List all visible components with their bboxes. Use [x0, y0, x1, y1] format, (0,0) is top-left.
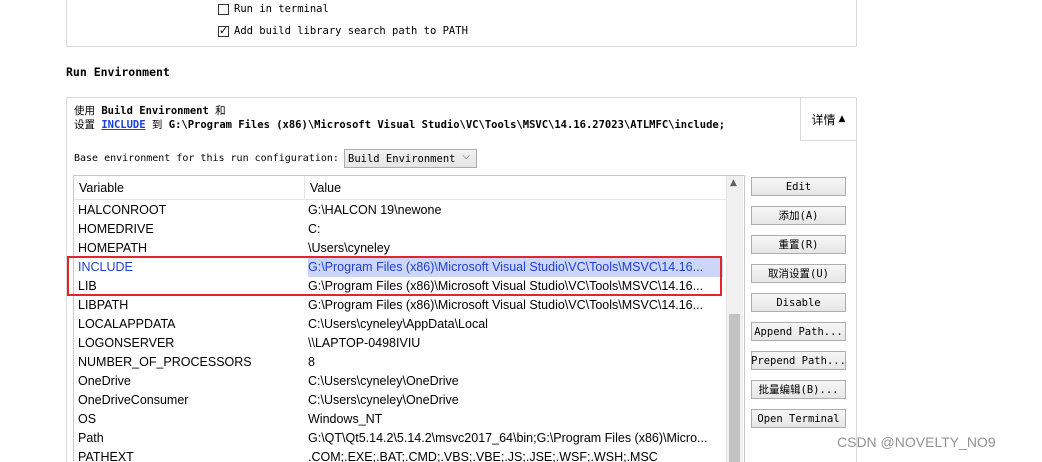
table-row[interactable]: INCLUDE G:\Program Files (x86)\Microsoft … — [74, 258, 726, 277]
variable-cell: OS — [78, 412, 97, 426]
variable-cell: NUMBER_OF_PROCESSORS — [78, 355, 252, 369]
reset-button[interactable]: 重置(R) — [751, 235, 846, 254]
variable-cell: PATHEXT — [78, 450, 134, 462]
table-row[interactable]: OneDriveConsumer C:\Users\cyneley\OneDriv… — [74, 391, 726, 410]
environment-summary: 使用 Build Environment 和 设置 INCLUDE 到 G:\P… — [74, 104, 725, 132]
value-cell: G:\HALCON 19\newone — [308, 203, 442, 217]
value-cell: G:\Program Files (x86)\Microsoft Visual … — [308, 279, 704, 293]
table-row[interactable]: OneDrive C:\Users\cyneley\OneDrive — [74, 372, 726, 391]
table-row[interactable]: LIBPATH G:\Program Files (x86)\Microsoft … — [74, 296, 726, 315]
summary-to-text: 到 — [151, 119, 163, 131]
disable-button[interactable]: Disable — [751, 293, 846, 312]
base-environment-label: Base environment for this run configurat… — [74, 153, 339, 164]
run-environment-title: Run Environment — [66, 65, 170, 79]
variable-cell: LIB — [78, 279, 97, 293]
variable-cell: OneDrive — [78, 374, 131, 388]
table-row[interactable]: OS Windows_NT — [74, 410, 726, 429]
variable-cell: LOCALAPPDATA — [78, 317, 176, 331]
table-row[interactable]: LIB G:\Program Files (x86)\Microsoft Visu… — [74, 277, 726, 296]
value-cell: G:\QT\Qt5.14.2\5.14.2\msvc2017_64\bin;G:… — [308, 431, 708, 445]
value-cell: Windows_NT — [308, 412, 383, 426]
value-cell: G:\Program Files (x86)\Microsoft Visual … — [308, 298, 704, 312]
variable-cell: OneDriveConsumer — [78, 393, 189, 407]
table-row[interactable]: PATHEXT .COM;.EXE;.BAT;.CMD;.VBS;.VBE;.JS… — [74, 448, 726, 462]
base-environment-select[interactable]: Build Environment ⌵ — [344, 149, 477, 168]
column-header-variable[interactable]: Variable — [74, 176, 305, 199]
add-library-path-checkbox[interactable]: ✓ — [218, 23, 229, 37]
value-cell: \Users\cyneley — [308, 241, 390, 255]
value-cell: G:\Program Files (x86)\Microsoft Visual … — [308, 258, 723, 277]
add-library-path-option[interactable]: ✓ Add build library search path to PATH — [218, 24, 468, 38]
variable-cell: LIBPATH — [78, 298, 129, 312]
run-in-terminal-checkbox[interactable] — [218, 3, 229, 15]
unset-button[interactable]: 取消设置(U) — [751, 264, 846, 283]
table-row[interactable]: HOMEDRIVE C: — [74, 220, 726, 239]
add-button[interactable]: 添加(A) — [751, 206, 846, 225]
table-row[interactable]: Path G:\QT\Qt5.14.2\5.14.2\msvc2017_64\bi… — [74, 429, 726, 448]
checkmark-icon: ✓ — [219, 23, 229, 37]
variable-cell: INCLUDE — [78, 260, 133, 274]
add-library-path-label: Add build library search path to PATH — [234, 25, 468, 37]
table-scrollbar[interactable]: ▲ — [726, 176, 743, 462]
summary-include-link[interactable]: INCLUDE — [101, 119, 145, 131]
table-row[interactable]: LOGONSERVER \\LAPTOP-0498IVIU — [74, 334, 726, 353]
table-row[interactable]: NUMBER_OF_PROCESSORS 8 — [74, 353, 726, 372]
prepend-path-button[interactable]: Prepend Path... — [751, 351, 846, 370]
environment-table[interactable]: Variable Value HALCONROOT G:\HALCON 19\ne… — [73, 175, 745, 462]
value-cell: C:\Users\cyneley\OneDrive — [308, 374, 459, 388]
table-row[interactable]: LOCALAPPDATA C:\Users\cyneley\AppData\Loc… — [74, 315, 726, 334]
details-label: 详情 — [811, 112, 836, 127]
run-in-terminal-option[interactable]: Run in terminal — [218, 2, 329, 16]
variable-cell: Path — [78, 431, 104, 445]
scroll-up-icon[interactable]: ▲ — [730, 178, 737, 188]
append-path-button[interactable]: Append Path... — [751, 322, 846, 341]
summary-and-text: 和 — [215, 105, 226, 117]
batch-edit-button[interactable]: 批量编辑(B)... — [751, 380, 846, 399]
variable-cell: HALCONROOT — [78, 203, 167, 217]
summary-set-text: 设置 — [74, 119, 95, 131]
summary-env-name: Build Environment — [101, 105, 209, 117]
table-row[interactable]: HOMEPATH \Users\cyneley — [74, 239, 726, 258]
base-environment-value: Build Environment — [348, 152, 456, 165]
column-header-value[interactable]: Value — [305, 176, 726, 199]
value-cell: C:\Users\cyneley\AppData\Local — [308, 317, 488, 331]
value-cell: C:\Users\cyneley\OneDrive — [308, 393, 459, 407]
value-cell: .COM;.EXE;.BAT;.CMD;.VBS;.VBE;.JS;.JSE;.… — [308, 450, 658, 462]
value-cell: C: — [308, 222, 321, 236]
value-cell: \\LAPTOP-0498IVIU — [308, 336, 421, 350]
table-header: Variable Value — [74, 176, 726, 200]
summary-include-value: G:\Program Files (x86)\Microsoft Visual … — [168, 119, 726, 131]
value-cell: 8 — [308, 355, 315, 369]
watermark: CSDN @NOVELTY_NO9 — [837, 434, 996, 450]
chevron-down-icon: ⌵ — [462, 151, 470, 162]
open-terminal-button[interactable]: Open Terminal — [751, 409, 846, 428]
triangle-up-icon: ▲ — [838, 114, 846, 124]
details-toggle-button[interactable]: 详情 ▲ — [800, 98, 856, 141]
summary-line-1: 使用 Build Environment 和 — [74, 104, 725, 118]
run-in-terminal-label: Run in terminal — [234, 3, 329, 15]
edit-button[interactable]: Edit — [751, 177, 846, 196]
summary-line-2: 设置 INCLUDE 到 G:\Program Files (x86)\Micr… — [74, 118, 725, 132]
variable-cell: LOGONSERVER — [78, 336, 175, 350]
variable-cell: HOMEPATH — [78, 241, 147, 255]
table-row[interactable]: HALCONROOT G:\HALCON 19\newone — [74, 201, 726, 220]
summary-use-text: 使用 — [74, 105, 95, 117]
scrollbar-thumb[interactable] — [729, 314, 740, 462]
variable-cell: HOMEDRIVE — [78, 222, 154, 236]
